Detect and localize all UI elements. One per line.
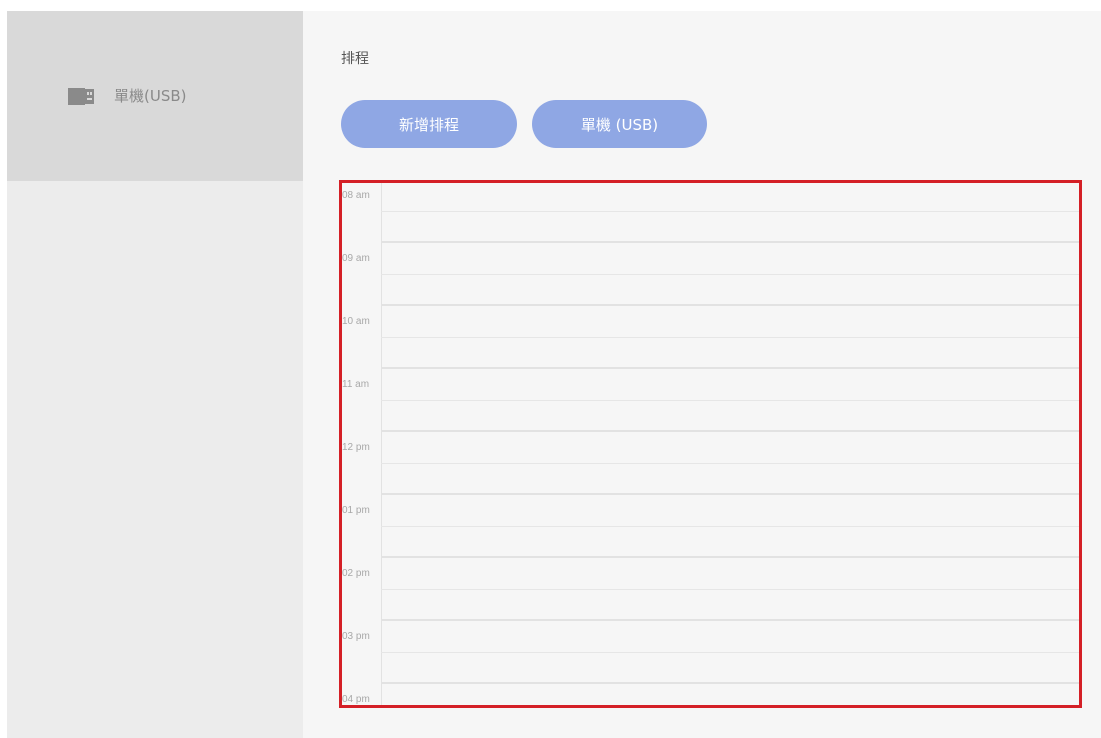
- page-title: 排程: [341, 51, 369, 67]
- half-hour-divider: [381, 589, 1079, 590]
- hour-divider: [381, 619, 1079, 621]
- schedule-calendar[interactable]: 08 am 09 am 10 am 11 am 12 pm 01 pm 02 pm 03 pm…: [339, 180, 1082, 708]
- hour-row[interactable]: 04 pm: [342, 687, 1079, 705]
- hour-divider: [381, 493, 1079, 495]
- sidebar-item-label: 單機(USB): [114, 87, 187, 105]
- hour-divider: [381, 556, 1079, 558]
- hour-divider: [381, 241, 1079, 243]
- hour-label: 02 pm: [342, 568, 370, 579]
- add-schedule-button[interactable]: 新增排程: [341, 100, 517, 148]
- hour-row[interactable]: 09 am: [342, 246, 1079, 309]
- half-hour-divider: [381, 211, 1079, 212]
- standalone-usb-button[interactable]: 單機 (USB): [532, 100, 707, 148]
- half-hour-divider: [381, 463, 1079, 464]
- hour-row[interactable]: 02 pm: [342, 561, 1079, 624]
- half-hour-divider: [381, 274, 1079, 275]
- hour-label: 10 am: [342, 316, 370, 327]
- hour-row[interactable]: 11 am: [342, 372, 1079, 435]
- hour-label: 04 pm: [342, 694, 370, 705]
- hour-row[interactable]: 01 pm: [342, 498, 1079, 561]
- sidebar-item-usb[interactable]: 單機(USB): [7, 11, 303, 181]
- hour-label: 01 pm: [342, 505, 370, 516]
- hour-row[interactable]: 10 am: [342, 309, 1079, 372]
- half-hour-divider: [381, 526, 1079, 527]
- usb-drive-icon: [68, 88, 94, 105]
- hour-row[interactable]: 08 am: [342, 183, 1079, 246]
- hour-label: 09 am: [342, 253, 370, 264]
- half-hour-divider: [381, 400, 1079, 401]
- hour-label: 12 pm: [342, 442, 370, 453]
- app-window: 單機(USB) 排程 新增排程 單機 (USB) 08 am 09 am 10 am…: [7, 11, 1101, 738]
- half-hour-divider: [381, 652, 1079, 653]
- main-content: 排程 新增排程 單機 (USB) 08 am 09 am 10 am 11 am 12 …: [303, 11, 1101, 738]
- hour-label: 11 am: [342, 379, 370, 390]
- half-hour-divider: [381, 337, 1079, 338]
- hour-divider: [381, 367, 1079, 369]
- hour-row[interactable]: 12 pm: [342, 435, 1079, 498]
- hour-label: 03 pm: [342, 631, 370, 642]
- hour-divider: [381, 430, 1079, 432]
- sidebar: 單機(USB): [7, 11, 303, 738]
- hour-divider: [381, 304, 1079, 306]
- hour-row[interactable]: 03 pm: [342, 624, 1079, 687]
- hour-divider: [381, 682, 1079, 684]
- hour-label: 08 am: [342, 190, 370, 201]
